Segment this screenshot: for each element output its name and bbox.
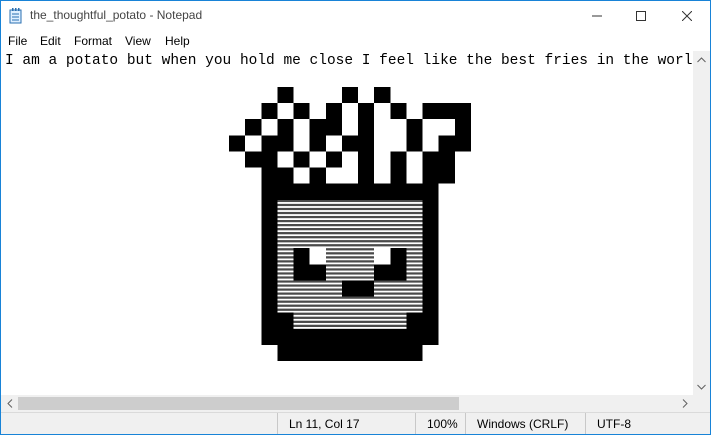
status-bar: Ln 11, Col 17 100% Windows (CRLF) UTF-8 (1, 412, 710, 434)
menu-help[interactable]: Help (165, 34, 190, 48)
horizontal-scroll-thumb[interactable] (18, 397, 459, 410)
mouth (341, 280, 375, 297)
right-eye (374, 248, 407, 281)
close-button[interactable] (664, 1, 710, 31)
scrollbar-corner (693, 395, 710, 412)
minimize-button[interactable] (574, 1, 620, 31)
maximize-icon (636, 11, 646, 21)
status-line-ending: Windows (CRLF) (465, 413, 585, 434)
notepad-window: the_thoughtful_potato - Notepad File Edi… (0, 0, 711, 435)
close-icon (682, 11, 692, 21)
notepad-icon (9, 8, 23, 24)
menu-view[interactable]: View (125, 34, 151, 48)
status-encoding: UTF-8 (585, 413, 710, 434)
menu-bar: File Edit Format View Help (1, 31, 710, 51)
title-bar[interactable]: the_thoughtful_potato - Notepad (1, 1, 710, 31)
maximize-button[interactable] (618, 1, 664, 31)
horizontal-scrollbar[interactable] (1, 395, 693, 412)
scroll-left-arrow-icon[interactable] (1, 395, 18, 412)
status-cursor-position: Ln 11, Col 17 (277, 413, 415, 434)
scroll-down-arrow-icon[interactable] (693, 378, 710, 395)
scroll-up-arrow-icon[interactable] (693, 51, 710, 68)
minimize-icon (592, 15, 602, 17)
menu-edit[interactable]: Edit (40, 34, 61, 48)
text-editor[interactable]: I am a potato but when you hold me close… (1, 51, 693, 395)
menu-format[interactable]: Format (74, 34, 112, 48)
window-title: the_thoughtful_potato - Notepad (30, 8, 203, 22)
potato-fries-ascii-art (229, 87, 471, 361)
left-eye (293, 248, 326, 281)
vertical-scrollbar[interactable] (693, 51, 710, 395)
menu-file[interactable]: File (8, 34, 27, 48)
status-zoom: 100% (415, 413, 465, 434)
editor-text-line[interactable]: I am a potato but when you hold me close… (5, 53, 693, 69)
scroll-right-arrow-icon[interactable] (676, 395, 693, 412)
